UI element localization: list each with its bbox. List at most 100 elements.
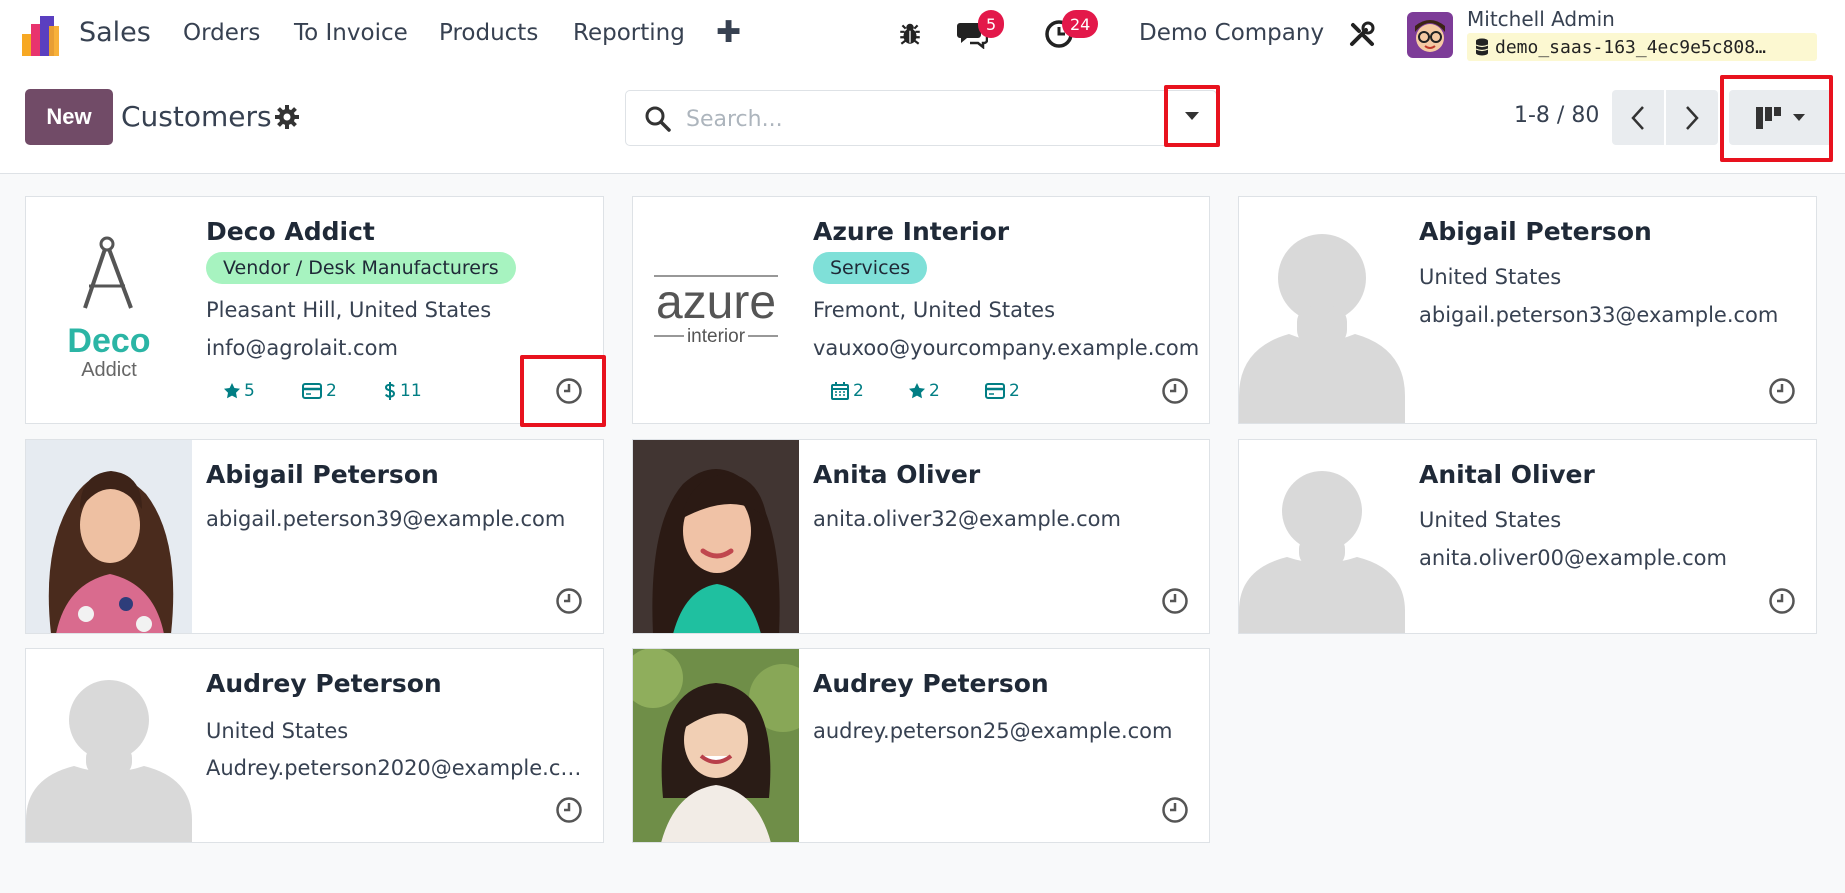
pager-value[interactable]: 1-8 / 80 xyxy=(1514,103,1599,128)
activity-clock-icon[interactable] xyxy=(1768,587,1796,615)
stat-payment-cards[interactable]: 2 xyxy=(302,381,337,401)
customer-name: Anita Oliver xyxy=(813,460,981,489)
stat-ratings[interactable]: 2 xyxy=(909,381,940,401)
activity-clock-icon[interactable] xyxy=(555,796,583,824)
credit-card-icon xyxy=(302,383,322,399)
top-navbar: Sales Orders To Invoice Products Reporti… xyxy=(0,0,1845,70)
customer-name: Audrey Peterson xyxy=(206,669,442,698)
activity-clock-icon[interactable] xyxy=(555,377,583,405)
add-menu-icon[interactable]: ✚ xyxy=(716,15,741,50)
stat-value: 2 xyxy=(853,381,864,401)
customer-card-deco-addict[interactable]: Deco Addict Deco Addict Vendor / Desk Ma… xyxy=(25,196,604,424)
star-icon xyxy=(224,383,240,399)
caret-down-icon xyxy=(1184,112,1199,120)
category-tag: Services xyxy=(813,252,928,284)
view-switcher-button[interactable] xyxy=(1729,90,1833,145)
customer-email: abigail.peterson33@example.com xyxy=(1419,303,1779,327)
dollar-icon xyxy=(384,382,396,400)
menu-reporting[interactable]: Reporting xyxy=(573,20,685,46)
customer-card-anital-oliver[interactable]: Anital Oliver United States anita.oliver… xyxy=(1238,439,1817,634)
stat-value: 5 xyxy=(244,381,255,401)
control-panel: New Customers 1-8 / 80 xyxy=(0,70,1845,174)
customer-email: audrey.peterson25@example.com xyxy=(813,719,1173,743)
company-logo: azure interior xyxy=(633,197,799,423)
customer-card-azure-interior[interactable]: azure interior Azure Interior Services F… xyxy=(632,196,1210,424)
chevron-left-icon xyxy=(1631,105,1644,130)
customer-email: anita.oliver00@example.com xyxy=(1419,546,1727,570)
star-icon xyxy=(909,383,925,399)
activity-clock-icon[interactable] xyxy=(1161,796,1189,824)
pager-next-button[interactable] xyxy=(1666,90,1718,145)
customer-card-abigail-peterson-photo[interactable]: Abigail Peterson abigail.peterson39@exam… xyxy=(25,439,604,634)
user-avatar[interactable] xyxy=(1407,12,1453,58)
customer-email: info@agrolait.com xyxy=(206,336,398,360)
app-name[interactable]: Sales xyxy=(79,17,151,48)
stat-value: 2 xyxy=(1009,381,1020,401)
gear-icon[interactable] xyxy=(274,104,300,130)
category-tag: Vendor / Desk Manufacturers xyxy=(206,252,516,284)
customer-name: Deco Addict xyxy=(206,217,375,246)
stat-meetings[interactable]: 2 xyxy=(831,381,864,401)
database-name: demo_saas-163_4ec9e5c808… xyxy=(1495,36,1766,58)
customer-photo xyxy=(633,649,799,842)
customer-email: Audrey.peterson2020@example.com xyxy=(206,756,584,780)
company-logo: Deco Addict xyxy=(26,197,192,423)
new-button[interactable]: New xyxy=(25,89,113,145)
customer-name: Abigail Peterson xyxy=(206,460,439,489)
customer-name: Azure Interior xyxy=(813,217,1010,246)
customer-name: Abigail Peterson xyxy=(1419,217,1652,246)
pager-previous-button[interactable] xyxy=(1612,90,1664,145)
customer-address: Pleasant Hill, United States xyxy=(206,298,492,322)
customer-card-audrey-peterson[interactable]: Audrey Peterson United States Audrey.pet… xyxy=(25,648,604,843)
customer-name: Audrey Peterson xyxy=(813,669,1049,698)
avatar-placeholder xyxy=(1239,197,1405,423)
search-icon xyxy=(645,106,671,132)
avatar-placeholder xyxy=(1239,440,1405,633)
credit-card-icon xyxy=(985,383,1005,399)
customer-email: vauxoo@yourcompany.example.com xyxy=(813,336,1200,360)
menu-to-invoice[interactable]: To Invoice xyxy=(294,20,408,46)
database-name-chip: demo_saas-163_4ec9e5c808… xyxy=(1467,33,1817,61)
kanban-view-icon xyxy=(1756,106,1781,129)
logo-text-azure: azure xyxy=(656,276,776,329)
settings-tools-icon[interactable] xyxy=(1345,17,1379,51)
search-input[interactable] xyxy=(686,99,1086,139)
user-name[interactable]: Mitchell Admin xyxy=(1467,7,1615,31)
menu-orders[interactable]: Orders xyxy=(183,20,260,46)
database-icon xyxy=(1475,38,1489,56)
search-bar xyxy=(625,90,1217,146)
customer-photo xyxy=(633,440,799,633)
stat-value: 2 xyxy=(326,381,337,401)
messages-count-badge: 5 xyxy=(978,10,1005,38)
chevron-right-icon xyxy=(1686,105,1699,130)
activity-clock-icon[interactable] xyxy=(1161,377,1189,405)
activity-clock-icon[interactable] xyxy=(1161,587,1189,615)
customer-name: Anital Oliver xyxy=(1419,460,1595,489)
activity-clock-icon[interactable] xyxy=(1768,377,1796,405)
customer-card-abigail-peterson[interactable]: Abigail Peterson United States abigail.p… xyxy=(1238,196,1817,424)
stat-ratings[interactable]: 5 xyxy=(224,381,255,401)
customer-address: Fremont, United States xyxy=(813,298,1056,322)
stat-payment-cards[interactable]: 2 xyxy=(985,381,1020,401)
customer-country: United States xyxy=(1419,265,1562,289)
activity-clock-icon[interactable] xyxy=(555,587,583,615)
customer-card-anita-oliver[interactable]: Anita Oliver anita.oliver32@example.com xyxy=(632,439,1210,634)
customer-card-audrey-peterson-photo[interactable]: Audrey Peterson audrey.peterson25@exampl… xyxy=(632,648,1210,843)
logo-text-addict: Addict xyxy=(81,359,137,381)
debug-bug-icon[interactable] xyxy=(893,17,927,51)
stat-invoiced[interactable]: 11 xyxy=(384,381,422,401)
activities-count-badge: 24 xyxy=(1062,10,1099,38)
page-title: Customers xyxy=(121,100,272,133)
stat-value: 11 xyxy=(400,381,422,401)
logo-text-interior: interior xyxy=(687,326,746,347)
customer-country: United States xyxy=(206,719,349,743)
calendar-icon xyxy=(831,382,849,400)
menu-products[interactable]: Products xyxy=(439,20,538,46)
customer-country: United States xyxy=(1419,508,1562,532)
sales-app-icon[interactable] xyxy=(22,16,62,56)
search-options-toggle[interactable] xyxy=(1166,87,1217,145)
customer-photo xyxy=(26,440,192,633)
logo-text-deco: Deco xyxy=(67,322,150,360)
company-switcher[interactable]: Demo Company xyxy=(1139,20,1324,46)
caret-down-icon xyxy=(1793,114,1805,121)
